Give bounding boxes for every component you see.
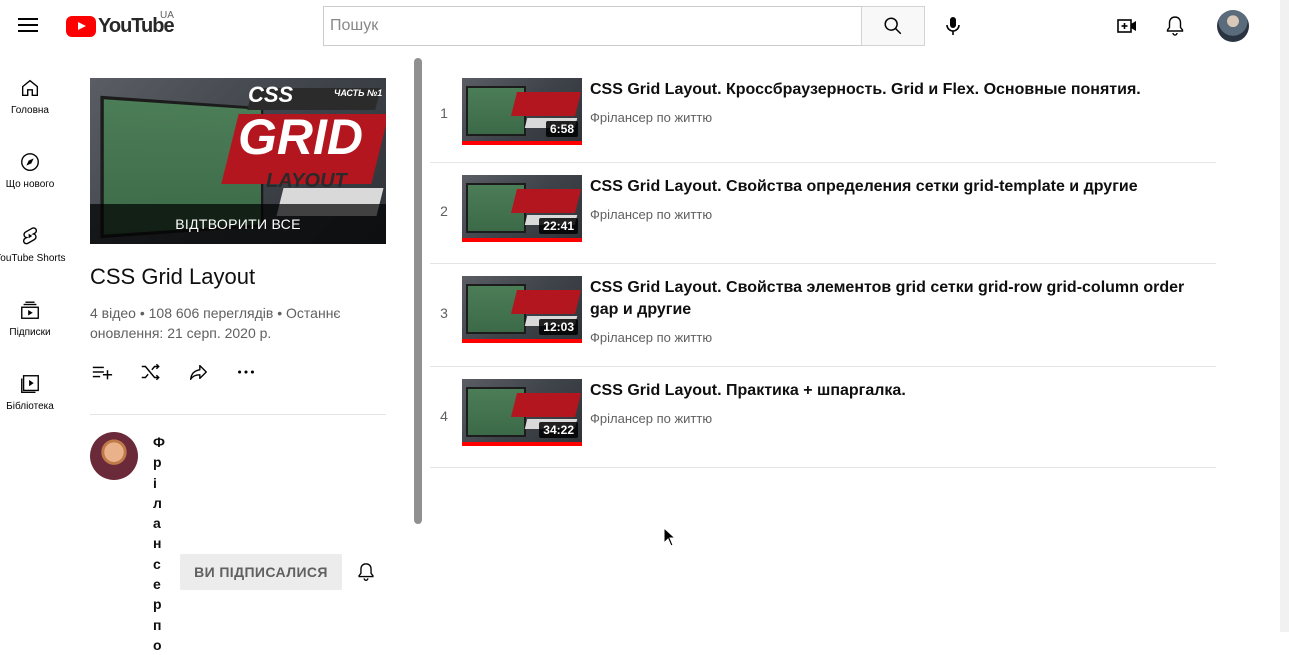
thumb-word-grid: GRID — [238, 109, 363, 165]
video-index: 2 — [440, 203, 448, 219]
guide-label: Підписки — [9, 327, 51, 338]
create-video-icon[interactable] — [1115, 14, 1139, 38]
separator — [90, 414, 386, 415]
subscriptions-icon — [18, 298, 42, 322]
thumb-word-part: ЧАСТЬ №1 — [334, 88, 383, 98]
account-avatar[interactable] — [1217, 10, 1249, 42]
subscription-bell-icon[interactable] — [355, 561, 377, 583]
guide-item-subscriptions[interactable]: Підписки — [0, 278, 60, 352]
home-icon — [18, 76, 42, 100]
search-box — [323, 6, 925, 46]
sidebar-scrollbar[interactable] — [414, 58, 422, 524]
video-index: 4 — [440, 408, 448, 424]
video-duration: 22:41 — [539, 218, 578, 234]
page-scrollbar[interactable] — [1280, 0, 1289, 632]
watched-progress-bar — [462, 238, 582, 242]
search-button[interactable] — [861, 6, 925, 46]
video-title[interactable]: CSS Grid Layout. Практика + шпаргалка. — [590, 380, 1206, 402]
playlist-title: CSS Grid Layout — [90, 264, 256, 289]
menu-icon[interactable] — [18, 14, 42, 38]
video-channel[interactable]: Фрілансер по життю — [590, 110, 712, 125]
share-icon[interactable] — [186, 360, 210, 384]
playlist-stats: 4 відео • 108 606 переглядів • Останнє о… — [90, 305, 341, 341]
video-duration: 12:03 — [539, 319, 578, 335]
mouse-cursor-icon — [663, 527, 677, 547]
channel-avatar[interactable] — [90, 432, 138, 480]
search-icon — [884, 17, 902, 35]
shorts-icon — [18, 224, 42, 248]
youtube-logo[interactable]: YouTube — [66, 14, 175, 38]
guide-label: Головна — [11, 105, 49, 116]
more-actions-icon[interactable] — [234, 360, 258, 384]
add-to-queue-icon[interactable] — [90, 360, 114, 384]
video-thumbnail[interactable]: 22:41 — [462, 175, 582, 242]
playlist-video-row[interactable]: 1 6:58 CSS Grid Layout. Кроссбраузерност… — [430, 66, 1216, 163]
subscribed-button[interactable]: ВИ ПІДПИСАЛИСЯ — [180, 554, 342, 590]
mini-guide: Головна Що нового YouTube Shorts Підписк… — [0, 56, 66, 426]
shuffle-icon[interactable] — [138, 360, 162, 384]
video-channel[interactable]: Фрілансер по життю — [590, 207, 712, 222]
guide-label: YouTube Shorts — [0, 253, 66, 264]
channel-name[interactable]: Фрілансерпо — [153, 432, 165, 655]
mic-icon[interactable] — [941, 14, 965, 38]
watched-progress-bar — [462, 442, 582, 446]
watched-progress-bar — [462, 339, 582, 343]
playlist-actions — [90, 360, 282, 384]
play-all-button[interactable]: ВІДТВОРИТИ ВСЕ — [90, 204, 386, 244]
video-duration: 6:58 — [545, 121, 578, 137]
video-index: 1 — [440, 105, 448, 121]
region-code: UA — [160, 10, 174, 21]
youtube-play-icon — [66, 15, 96, 37]
guide-label: Що нового — [5, 179, 55, 190]
video-index: 3 — [440, 305, 448, 321]
video-title[interactable]: CSS Grid Layout. Кроссбраузерность. Grid… — [590, 79, 1206, 101]
guide-item-shorts[interactable]: YouTube Shorts — [0, 204, 66, 278]
guide-label: Бібліотека — [6, 401, 54, 412]
compass-icon — [18, 150, 42, 174]
video-thumbnail[interactable]: 12:03 — [462, 276, 582, 343]
video-thumbnail[interactable]: 34:22 — [462, 379, 582, 446]
notifications-bell-icon[interactable] — [1163, 14, 1187, 38]
thumb-word-css: CSS — [248, 82, 294, 107]
video-title[interactable]: CSS Grid Layout. Свойства определения се… — [590, 176, 1206, 198]
playlist-video-row[interactable]: 3 12:03 CSS Grid Layout. Свойства элемен… — [430, 264, 1216, 367]
video-channel[interactable]: Фрілансер по життю — [590, 330, 712, 345]
guide-item-home[interactable]: Головна — [0, 56, 60, 130]
video-channel[interactable]: Фрілансер по життю — [590, 411, 712, 426]
masthead: YouTube UA — [0, 0, 1280, 52]
playlist-thumbnail[interactable]: CSS ЧАСТЬ №1 GRID LAYOUT ВІДТВОРИТИ ВСЕ — [90, 78, 386, 244]
playlist-video-list: 1 6:58 CSS Grid Layout. Кроссбраузерност… — [430, 66, 1216, 468]
playlist-video-row[interactable]: 2 22:41 CSS Grid Layout. Свойства опреде… — [430, 163, 1216, 264]
video-title[interactable]: CSS Grid Layout. Свойства элементов grid… — [590, 277, 1206, 321]
search-input[interactable] — [323, 6, 861, 46]
library-icon — [18, 372, 42, 396]
video-duration: 34:22 — [539, 422, 578, 438]
playlist-video-row[interactable]: 4 34:22 CSS Grid Layout. Практика + шпар… — [430, 367, 1216, 468]
watched-progress-bar — [462, 141, 582, 145]
thumb-word-layout: LAYOUT — [266, 170, 347, 192]
video-thumbnail[interactable]: 6:58 — [462, 78, 582, 145]
guide-item-explore[interactable]: Що нового — [0, 130, 60, 204]
guide-item-library[interactable]: Бібліотека — [0, 352, 60, 426]
